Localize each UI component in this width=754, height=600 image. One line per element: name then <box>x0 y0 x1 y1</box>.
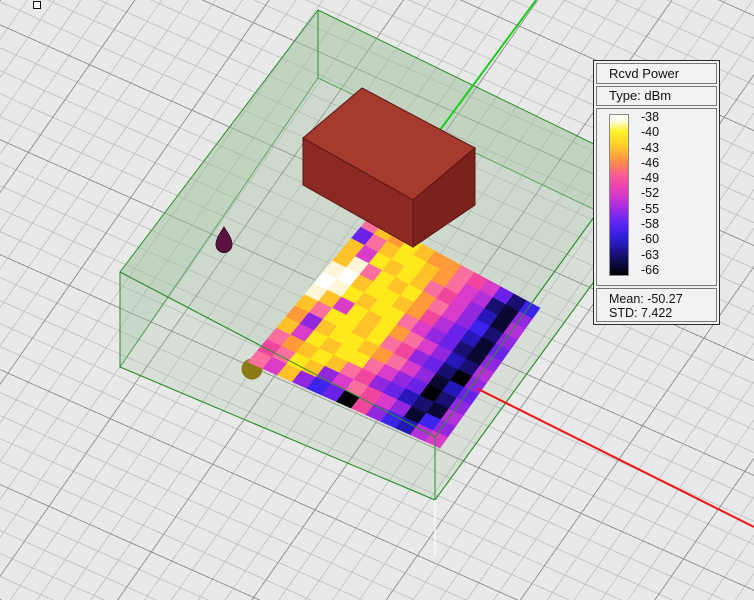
colorbar-tick-label: -38 <box>641 110 701 125</box>
colorbar-tick-label: -66 <box>641 263 701 278</box>
std-value-label: STD: 7.422 <box>609 306 716 320</box>
colorbar-tick-label: -55 <box>641 202 701 217</box>
legend-type-section: Type: dBm <box>596 86 717 106</box>
simulation-viewport: { "legend": { "title": "Rcvd Power", "ty… <box>0 0 754 600</box>
legend-title: Rcvd Power <box>609 66 679 81</box>
colorbar-tick-label: -43 <box>641 141 701 156</box>
colorbar-gradient <box>609 114 629 276</box>
legend-colorbar-section: -38-40-43-46-49-52-55-58-60-63-66 <box>596 108 717 286</box>
colorbar-tick-label: -40 <box>641 125 701 140</box>
colorbar-tick-label: -52 <box>641 186 701 201</box>
colorbar-tick-label: -58 <box>641 217 701 232</box>
mean-value-label: Mean: -50.27 <box>609 292 716 306</box>
x-axis-line <box>478 389 754 527</box>
colorbar-tick-label: -63 <box>641 248 701 263</box>
legend-stats-section: Mean: -50.27 STD: 7.422 <box>596 288 717 322</box>
legend-type-label: Type: dBm <box>609 88 671 103</box>
legend-title-section: Rcvd Power <box>596 63 717 84</box>
legend-panel: Rcvd Power Type: dBm -38-40-43-46-49-52-… <box>593 60 720 325</box>
colorbar-tick-label: -60 <box>641 232 701 247</box>
colorbar-tick-label: -46 <box>641 156 701 171</box>
colorbar-scale-labels: -38-40-43-46-49-52-55-58-60-63-66 <box>641 110 701 278</box>
colorbar-tick-label: -49 <box>641 171 701 186</box>
